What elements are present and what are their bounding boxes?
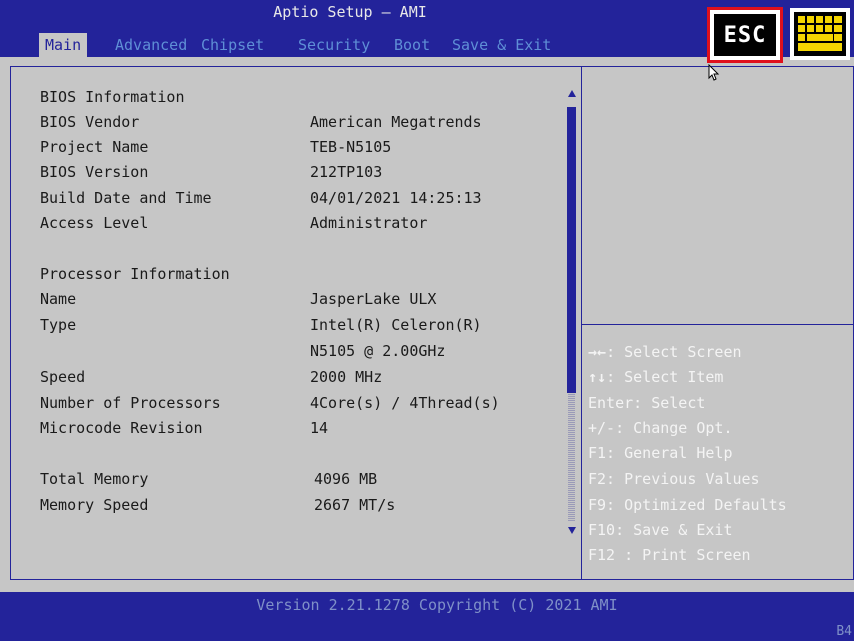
help-enter-select: Enter: Select bbox=[588, 394, 706, 412]
header-bar: Aptio Setup – AMI Main Advanced Chipset … bbox=[0, 0, 854, 63]
build-date-value: 04/01/2021 14:25:13 bbox=[310, 189, 482, 207]
left-right-arrows-icon: →← bbox=[588, 343, 607, 361]
bios-version-value: 212TP103 bbox=[310, 163, 383, 181]
processor-type-label: Type bbox=[40, 316, 77, 334]
corner-code: B4 bbox=[836, 624, 852, 639]
tab-advanced[interactable]: Advanced bbox=[115, 33, 187, 57]
num-processors-value: 4Core(s) / 4Thread(s) bbox=[310, 394, 500, 412]
help-general-help: F1: General Help bbox=[588, 444, 733, 462]
processor-type-value-2: N5105 @ 2.00GHz bbox=[310, 342, 446, 360]
bios-version-label: BIOS Version bbox=[40, 163, 149, 181]
keyboard-button[interactable] bbox=[790, 8, 850, 60]
num-processors-label: Number of Processors bbox=[40, 394, 221, 412]
version-text: Version 2.21.1278 Copyright (C) 2021 AMI bbox=[256, 596, 618, 614]
processor-type-value: Intel(R) Celeron(R) bbox=[310, 316, 482, 334]
tab-chipset[interactable]: Chipset bbox=[201, 33, 264, 57]
total-memory-label: Total Memory bbox=[40, 470, 149, 488]
help-previous-values: F2: Previous Values bbox=[588, 470, 760, 488]
scrollbar-thumb[interactable] bbox=[567, 107, 576, 393]
project-name-label: Project Name bbox=[40, 138, 149, 156]
tab-save-exit[interactable]: Save & Exit bbox=[452, 33, 551, 57]
panel-divider bbox=[581, 66, 582, 580]
speed-label: Speed bbox=[40, 368, 86, 386]
help-optimized-defaults: F9: Optimized Defaults bbox=[588, 496, 787, 514]
processor-info-heading: Processor Information bbox=[40, 265, 230, 283]
microcode-label: Microcode Revision bbox=[40, 419, 203, 437]
help-change-opt: +/-: Change Opt. bbox=[588, 419, 733, 437]
scrollbar-track[interactable] bbox=[568, 393, 575, 521]
access-level-value: Administrator bbox=[310, 214, 428, 232]
scroll-down-arrow-icon[interactable] bbox=[568, 527, 576, 534]
up-down-arrows-icon: ↑↓ bbox=[588, 368, 607, 386]
memory-speed-value: 2667 MT/s bbox=[314, 496, 396, 514]
access-level-label: Access Level bbox=[40, 214, 149, 232]
bios-vendor-value: American Megatrends bbox=[310, 113, 482, 131]
help-select-item: ↑↓: Select Item bbox=[588, 366, 723, 388]
keyboard-icon bbox=[794, 12, 846, 56]
microcode-value: 14 bbox=[310, 419, 329, 437]
bios-info-heading: BIOS Information bbox=[40, 88, 185, 106]
processor-name-label: Name bbox=[40, 290, 77, 308]
window-title: Aptio Setup – AMI bbox=[273, 3, 427, 21]
esc-button[interactable]: ESC bbox=[707, 7, 783, 63]
build-date-label: Build Date and Time bbox=[40, 189, 212, 207]
mouse-pointer-icon bbox=[708, 64, 720, 81]
help-select-item-text: : Select Item bbox=[606, 368, 724, 386]
help-divider bbox=[582, 324, 854, 325]
scroll-up-arrow-icon[interactable] bbox=[568, 90, 576, 97]
help-select-screen-text: : Select Screen bbox=[606, 343, 742, 361]
help-save-exit: F10: Save & Exit bbox=[588, 521, 733, 539]
esc-icon: ESC bbox=[714, 14, 776, 56]
tab-security[interactable]: Security bbox=[298, 33, 370, 57]
tab-main[interactable]: Main bbox=[39, 33, 88, 57]
help-print-screen: F12 : Print Screen bbox=[588, 546, 751, 564]
project-name-value: TEB-N5105 bbox=[310, 138, 392, 156]
footer-bar: Version 2.21.1278 Copyright (C) 2021 AMI… bbox=[0, 592, 854, 641]
memory-speed-label: Memory Speed bbox=[40, 496, 149, 514]
total-memory-value: 4096 MB bbox=[314, 470, 378, 488]
speed-value: 2000 MHz bbox=[310, 368, 383, 386]
processor-name-value: JasperLake ULX bbox=[310, 290, 437, 308]
help-select-screen: →←: Select Screen bbox=[588, 341, 742, 363]
tab-boot[interactable]: Boot bbox=[394, 33, 430, 57]
bios-vendor-label: BIOS Vendor bbox=[40, 113, 140, 131]
